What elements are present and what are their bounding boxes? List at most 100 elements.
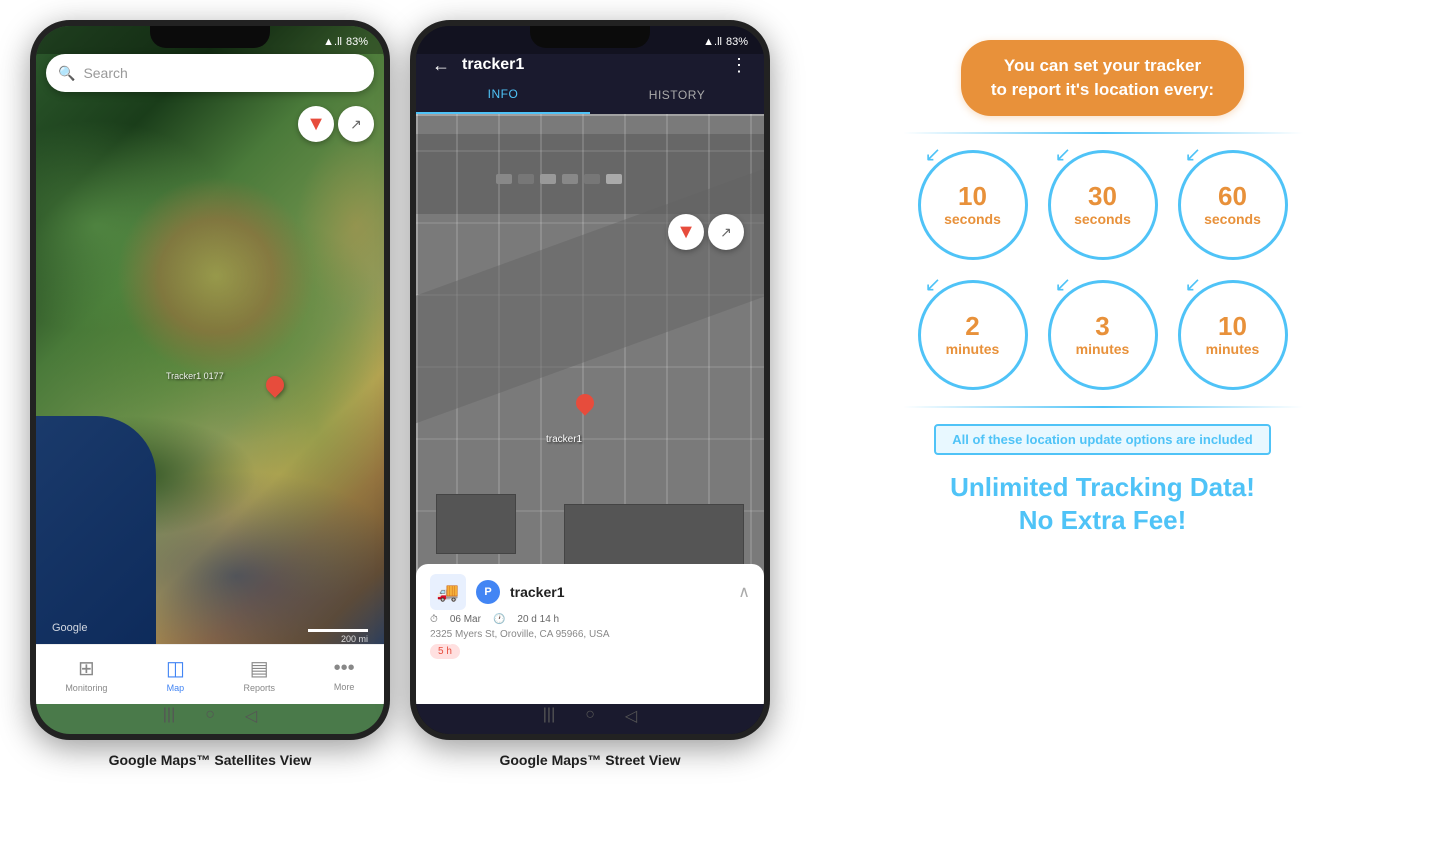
nav-reports-label: Reports: [244, 683, 276, 693]
compass2[interactable]: ▼: [668, 214, 704, 250]
truck-icon: 🚚: [430, 574, 466, 610]
circle-60s-unit: seconds: [1204, 211, 1261, 227]
car: [518, 174, 534, 184]
home-gesture: ○: [205, 706, 215, 726]
circle-3m: 3 minutes: [1048, 280, 1158, 390]
phone2-status-right: ▲.ll 83%: [703, 36, 748, 48]
main-container: ▲.ll 83% 🔍 Search: [0, 0, 1445, 867]
phone2-tabs: INFO HISTORY: [416, 76, 764, 114]
info-chevron: ∧: [738, 582, 750, 602]
divider-top: [903, 132, 1303, 134]
phone1-wrapper: ▲.ll 83% 🔍 Search: [30, 20, 390, 768]
arrow2[interactable]: ↗: [708, 214, 744, 250]
banner-text: You can set your tracker to report it's …: [991, 56, 1214, 99]
home-gesture2: ○: [585, 706, 595, 726]
info-date: 06 Mar: [450, 614, 481, 625]
circle-60s-number: 60: [1218, 182, 1247, 211]
circle-10s: 10 seconds: [918, 150, 1028, 260]
tab-info-label: INFO: [488, 87, 519, 101]
included-badge: All of these location update options are…: [934, 424, 1270, 455]
info-address: 2325 Myers St, Oroville, CA 95966, USA: [430, 629, 750, 640]
car: [606, 174, 622, 184]
back-gesture2: |||: [543, 706, 555, 726]
divider-bottom: [903, 406, 1303, 408]
search-text: Search: [83, 65, 127, 81]
phone1: ▲.ll 83% 🔍 Search: [30, 20, 390, 740]
phone1-status-bar: ▲.ll 83%: [36, 26, 384, 54]
tab-info[interactable]: INFO: [416, 76, 590, 114]
phone1-nav: ⊞ Monitoring ◫ Map ▤ Reports ••• More: [36, 644, 384, 704]
promo-banner: You can set your tracker to report it's …: [961, 40, 1244, 116]
building2: [436, 494, 516, 554]
circle-30s-unit: seconds: [1074, 211, 1131, 227]
time-badge: 5 h: [430, 644, 460, 659]
phone1-signal-icon: ▲.ll: [323, 36, 342, 48]
menu-button[interactable]: ⋮: [730, 55, 748, 76]
info-panel: 🚚 P tracker1 ∧ ⏱ 06 Mar 🕐 20 d 14 h 2325…: [416, 564, 764, 704]
circle-60s: 60 seconds: [1178, 150, 1288, 260]
circle-2m: 2 minutes: [918, 280, 1028, 390]
circle-2m-number: 2: [965, 312, 979, 341]
search-icon: 🔍: [58, 65, 75, 82]
car: [562, 174, 578, 184]
car: [584, 174, 600, 184]
back-gesture: |||: [163, 706, 175, 726]
nav-monitoring[interactable]: ⊞ Monitoring: [65, 656, 107, 693]
phone2-status-bar: ▲.ll 83%: [416, 26, 764, 54]
tracker-label1: Tracker1 0177: [166, 371, 224, 381]
recent-gesture: ◁: [245, 706, 257, 726]
unlimited-line1: Unlimited Tracking Data!: [950, 472, 1255, 502]
arrow2-icon: ↗: [720, 224, 732, 241]
more-icon: •••: [334, 657, 355, 680]
circle-30s: 30 seconds: [1048, 150, 1158, 260]
unlimited-line2: No Extra Fee!: [1019, 505, 1187, 535]
circles-grid: 10 seconds 30 seconds 60 seconds 2 minut…: [918, 150, 1288, 390]
circle-10s-unit: seconds: [944, 211, 1001, 227]
nav-monitoring-label: Monitoring: [65, 683, 107, 693]
scale-text1: 200 mi: [341, 634, 368, 644]
back-button[interactable]: ←: [432, 55, 450, 76]
tab-history[interactable]: HISTORY: [590, 76, 764, 114]
compass2-icon: ▼: [676, 221, 696, 244]
circle-10m: 10 minutes: [1178, 280, 1288, 390]
car: [540, 174, 556, 184]
terrain-area: [116, 176, 316, 376]
map-label1: Google: [52, 622, 87, 634]
nav-map-label: Map: [167, 683, 185, 693]
cars-grid: [496, 174, 616, 234]
circle-30s-number: 30: [1088, 182, 1117, 211]
compass1[interactable]: ▼: [298, 106, 334, 142]
info-date-icon: ⏱: [430, 614, 438, 625]
map-icon: ◫: [166, 656, 185, 681]
info-clock-icon: 🕐: [493, 614, 505, 625]
monitoring-icon: ⊞: [78, 656, 95, 681]
phone1-battery: 83%: [346, 36, 368, 48]
phone1-status-right: ▲.ll 83%: [323, 36, 368, 48]
info-header: 🚚 P tracker1 ∧: [430, 574, 750, 610]
arrow1[interactable]: ↗: [338, 106, 374, 142]
arrow1-icon: ↗: [350, 116, 362, 133]
right-panel: You can set your tracker to report it's …: [790, 20, 1415, 548]
info-name: tracker1: [510, 584, 565, 600]
included-text: All of these location update options are…: [952, 432, 1252, 447]
circle-2m-unit: minutes: [946, 341, 1000, 357]
phone1-home-bar: ||| ○ ◁: [163, 706, 257, 726]
nav-more[interactable]: ••• More: [334, 657, 355, 692]
info-meta: ⏱ 06 Mar 🕐 20 d 14 h: [430, 614, 750, 625]
circle-3m-number: 3: [1095, 312, 1109, 341]
phone1-content: 🔍 Search Tracker1 0177 ▼: [36, 26, 384, 734]
phone2-home-bar: ||| ○ ◁: [543, 706, 637, 726]
p-badge: P: [476, 580, 500, 604]
phone2-signal-icon: ▲.ll: [703, 36, 722, 48]
phone2-battery: 83%: [726, 36, 748, 48]
google-watermark2: Google: [428, 635, 460, 646]
scale-bar1: [308, 629, 368, 632]
phone2-wrapper: ▲.ll 83% ← tracker1 ⋮ INFO HISTOR: [410, 20, 770, 768]
unlimited-text: Unlimited Tracking Data! No Extra Fee!: [950, 471, 1255, 539]
phone1-search-bar[interactable]: 🔍 Search: [46, 54, 374, 92]
nav-reports[interactable]: ▤ Reports: [244, 656, 276, 693]
car: [496, 174, 512, 184]
nav-more-label: More: [334, 682, 355, 692]
circle-10m-number: 10: [1218, 312, 1247, 341]
nav-map[interactable]: ◫ Map: [166, 656, 185, 693]
